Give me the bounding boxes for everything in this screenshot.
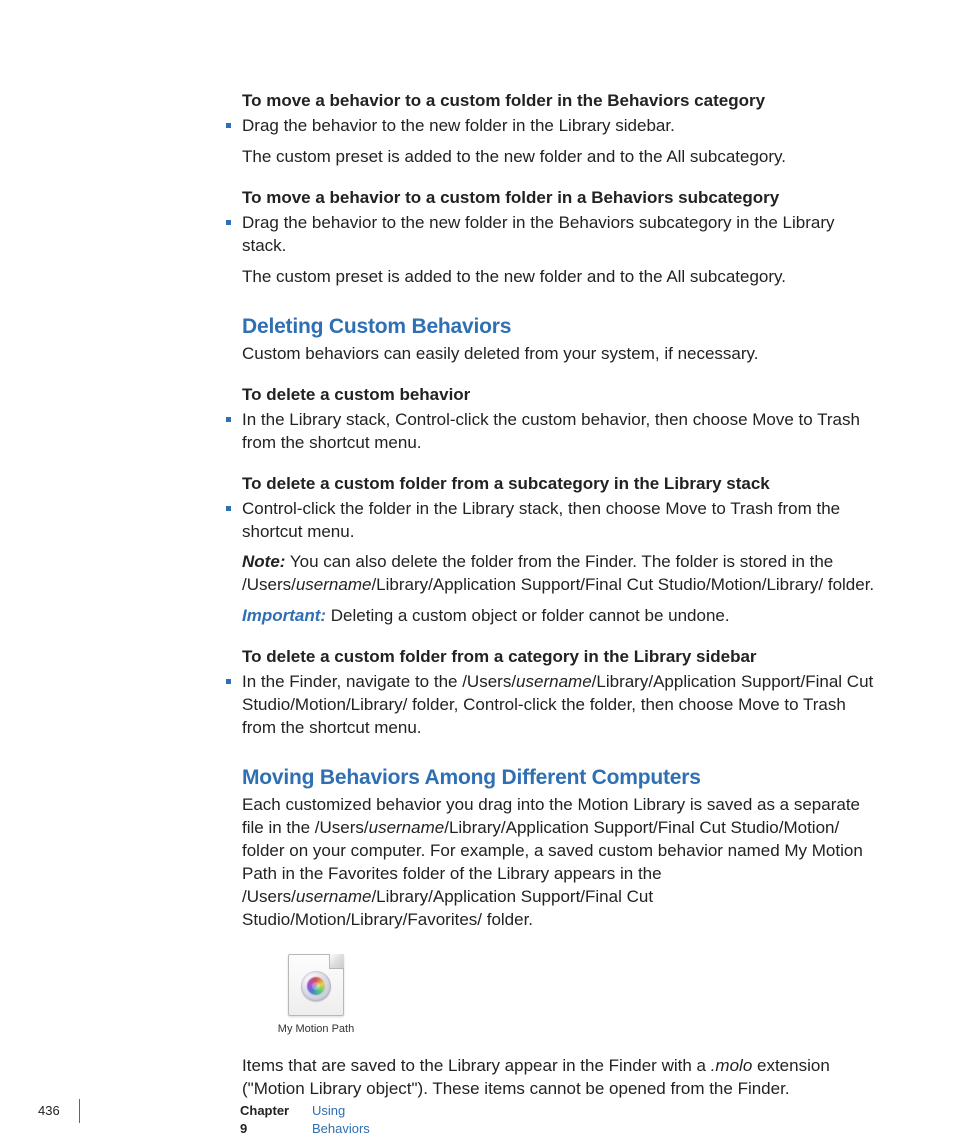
username: username (296, 887, 372, 906)
task-heading: To delete a custom folder from a subcate… (242, 473, 882, 496)
page-number: 436 (38, 1102, 60, 1120)
bullet-text: In the Library stack, Control-click the … (242, 410, 860, 452)
paragraph: The custom preset is added to the new fo… (242, 266, 882, 289)
bullet-text: Drag the behavior to the new folder in t… (242, 213, 835, 255)
bullet-item: Control-click the folder in the Library … (242, 498, 882, 629)
task-heading: To delete a custom behavior (242, 384, 882, 407)
username: username (369, 818, 445, 837)
note-paragraph: Note: You can also delete the folder fro… (242, 551, 882, 597)
section-heading-moving: Moving Behaviors Among Different Compute… (242, 764, 882, 792)
bullet-item: Drag the behavior to the new folder in t… (242, 212, 882, 289)
bullet-item: In the Library stack, Control-click the … (242, 409, 882, 455)
page-body: To move a behavior to a custom folder in… (242, 90, 882, 1101)
page-fold-icon (329, 954, 344, 969)
footer-divider (79, 1099, 80, 1123)
motion-badge-icon (301, 971, 331, 1001)
paragraph: Each customized behavior you drag into t… (242, 794, 882, 932)
section-heading-deleting: Deleting Custom Behaviors (242, 313, 882, 341)
paragraph: Items that are saved to the Library appe… (242, 1055, 882, 1101)
note-label: Note: (242, 552, 285, 571)
task-heading: To move a behavior to a custom folder in… (242, 187, 882, 210)
paragraph: Custom behaviors can easily deleted from… (242, 343, 882, 366)
note-text-post: /Library/Application Support/Final Cut S… (371, 575, 874, 594)
bullet-text: Drag the behavior to the new folder in t… (242, 116, 675, 135)
username: username (516, 672, 592, 691)
chapter-title: Using Behaviors (312, 1102, 370, 1137)
bullet-text: Control-click the folder in the Library … (242, 499, 840, 541)
important-paragraph: Important: Deleting a custom object or f… (242, 605, 882, 628)
note-username: username (296, 575, 372, 594)
bullet-item: In the Finder, navigate to the /Users/us… (242, 671, 882, 740)
task-heading: To move a behavior to a custom folder in… (242, 90, 882, 113)
file-icon-block: My Motion Path (266, 954, 366, 1037)
chapter-label: Chapter 9 (240, 1102, 289, 1137)
task-heading: To delete a custom folder from a categor… (242, 646, 882, 669)
file-extension: .molo (711, 1056, 753, 1075)
important-label: Important: (242, 606, 326, 625)
bullet-text: In the Finder, navigate to the /Users/us… (242, 672, 873, 737)
file-icon-label: My Motion Path (266, 1022, 366, 1037)
bullet-item: Drag the behavior to the new folder in t… (242, 115, 882, 169)
important-text: Deleting a custom object or folder canno… (326, 606, 730, 625)
paragraph: The custom preset is added to the new fo… (242, 146, 882, 169)
document-file-icon (288, 954, 344, 1016)
